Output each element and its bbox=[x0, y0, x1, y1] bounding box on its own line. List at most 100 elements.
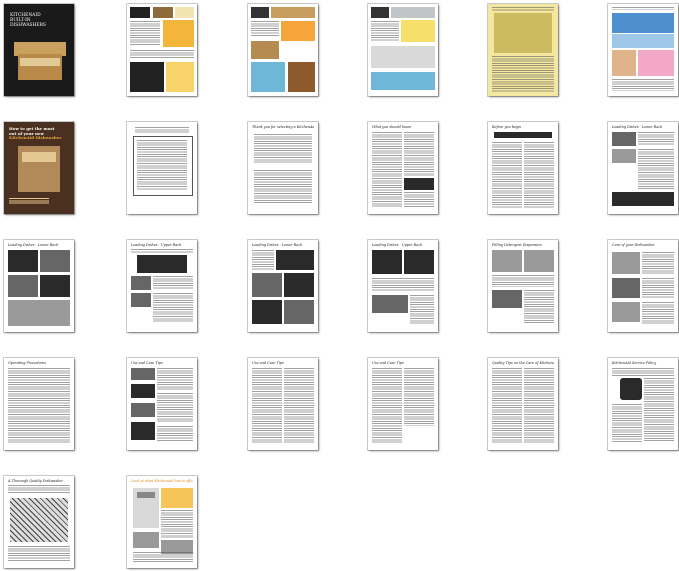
page-thumbnail-11[interactable]: Before you begin bbox=[488, 122, 558, 214]
page-thumbnail-19[interactable]: Operating Procedures bbox=[4, 358, 74, 450]
photo bbox=[8, 300, 70, 326]
page-heading: Before you begin bbox=[492, 125, 522, 129]
body-text bbox=[130, 21, 160, 45]
page-thumbnail-3[interactable] bbox=[248, 4, 318, 96]
page-thumbnail-17[interactable]: Filling Detergent Dispensers bbox=[488, 240, 558, 332]
photo bbox=[612, 278, 640, 298]
body-text bbox=[642, 278, 674, 298]
brand-banner bbox=[130, 7, 150, 18]
body-text bbox=[284, 368, 314, 444]
photo bbox=[131, 293, 151, 307]
page-thumbnail-7[interactable]: How to get the most out of your new Kitche… bbox=[4, 122, 74, 214]
page-thumbnail-21[interactable]: Use and Care Tips bbox=[248, 358, 318, 450]
body-text bbox=[410, 295, 434, 325]
body-text bbox=[644, 378, 674, 442]
body-text bbox=[492, 368, 522, 444]
body-text bbox=[524, 368, 554, 444]
body-text bbox=[404, 132, 434, 176]
page-thumbnail-5[interactable] bbox=[488, 4, 558, 96]
page-thumbnail-8[interactable] bbox=[127, 122, 197, 214]
page-heading: Care of your Dishwasher bbox=[612, 243, 655, 247]
page-thumbnail-20[interactable]: Use and Care Tips bbox=[127, 358, 197, 450]
spec-table bbox=[612, 34, 674, 48]
body-text bbox=[137, 140, 187, 190]
product-photo bbox=[153, 7, 173, 18]
page-thumbnail-4[interactable] bbox=[368, 4, 438, 96]
product-photo bbox=[251, 41, 279, 59]
body-text bbox=[371, 21, 399, 41]
page-heading: Filling Detergent Dispensers bbox=[492, 243, 542, 247]
page-thumbnail-15[interactable]: Loading Dishes - Lower Rack bbox=[248, 240, 318, 332]
body-text bbox=[252, 368, 282, 444]
figure bbox=[131, 422, 155, 440]
page-thumbnail-22[interactable]: Use and Care Tips bbox=[368, 358, 438, 450]
figure bbox=[131, 368, 155, 380]
body-text bbox=[372, 368, 402, 444]
body-text bbox=[492, 142, 522, 208]
body-text bbox=[372, 278, 434, 292]
page-thumbnail-14[interactable]: Loading Dishes - Upper Rack bbox=[127, 240, 197, 332]
photo bbox=[133, 532, 159, 548]
body-text bbox=[157, 393, 193, 423]
page-thumbnail-16[interactable]: Loading Dishes - Upper Rack bbox=[368, 240, 438, 332]
page-heading: Operating Procedures bbox=[8, 361, 47, 365]
page-thumbnail-13[interactable]: Loading Dishes - Lower Rack bbox=[4, 240, 74, 332]
page-thumbnail-10[interactable]: What you should know bbox=[368, 122, 438, 214]
body-text bbox=[492, 56, 554, 92]
figure bbox=[131, 384, 155, 398]
photo bbox=[252, 300, 282, 324]
body-text bbox=[404, 192, 434, 208]
page-thumbnail-2[interactable] bbox=[127, 4, 197, 96]
page-thumbnail-18[interactable]: Care of your Dishwasher bbox=[608, 240, 678, 332]
photo bbox=[8, 275, 38, 297]
body-text bbox=[8, 546, 70, 562]
highlight-box bbox=[166, 62, 194, 92]
page-thumbnail-grid: KITCHENAID BUILT-IN DISHWASHERS How to g… bbox=[0, 0, 679, 571]
spec-table bbox=[612, 13, 674, 33]
body-text bbox=[130, 50, 194, 58]
cutaway-diagram bbox=[10, 498, 68, 542]
page-heading: Thank you for selecting a KitchenAid Dis… bbox=[252, 125, 314, 129]
page-thumbnail-24[interactable]: KitchenAid Service Policy bbox=[608, 358, 678, 450]
body-text bbox=[133, 552, 193, 562]
page-heading: Loading Dishes - Lower Rack bbox=[252, 243, 303, 247]
body-text bbox=[524, 290, 554, 324]
body-text bbox=[492, 7, 554, 11]
page-thumbnail-9[interactable]: Thank you for selecting a KitchenAid Dis… bbox=[248, 122, 318, 214]
body-text bbox=[492, 275, 554, 287]
photo bbox=[284, 273, 314, 297]
figure bbox=[612, 132, 636, 146]
body-text bbox=[372, 132, 402, 208]
highlight-box bbox=[281, 21, 315, 41]
body-text bbox=[612, 79, 674, 91]
body-text bbox=[8, 485, 70, 493]
photo bbox=[612, 252, 640, 274]
figure bbox=[612, 149, 636, 163]
cover-title: KITCHENAID BUILT-IN DISHWASHERS bbox=[10, 13, 46, 28]
page-heading: Look at what KitchenAid has to offer bbox=[131, 479, 193, 483]
body-text bbox=[638, 149, 674, 189]
body-text bbox=[251, 21, 279, 37]
photo bbox=[137, 255, 187, 273]
page-thumbnail-25[interactable]: A Thorough Quality Dishwasher bbox=[4, 476, 74, 568]
page-heading: Loading Dishes - Upper Rack bbox=[372, 243, 423, 247]
photo bbox=[276, 250, 314, 270]
page-thumbnail-26[interactable]: Look at what KitchenAid has to offer bbox=[127, 476, 197, 568]
page-thumbnail-12[interactable]: Loading Dishes - Lower Rack bbox=[608, 122, 678, 214]
body-text bbox=[642, 252, 674, 274]
page-thumbnail-23[interactable]: Quality Tips on the Care of KitchenAid bbox=[488, 358, 558, 450]
photo bbox=[40, 250, 70, 272]
figure bbox=[620, 378, 642, 400]
page-thumbnail-1[interactable]: KITCHENAID BUILT-IN DISHWASHERS bbox=[4, 4, 74, 96]
photo bbox=[252, 273, 282, 297]
page-heading: Loading Dishes - Upper Rack bbox=[131, 243, 182, 247]
highlight-box bbox=[371, 72, 435, 90]
photo bbox=[372, 250, 402, 274]
product-photo bbox=[271, 7, 315, 18]
figure bbox=[494, 132, 552, 138]
page-thumbnail-6[interactable] bbox=[608, 4, 678, 96]
body-text bbox=[612, 7, 674, 10]
product-photo bbox=[288, 62, 315, 92]
body-text bbox=[161, 510, 193, 538]
page-heading: Use and Care Tips bbox=[131, 361, 163, 365]
